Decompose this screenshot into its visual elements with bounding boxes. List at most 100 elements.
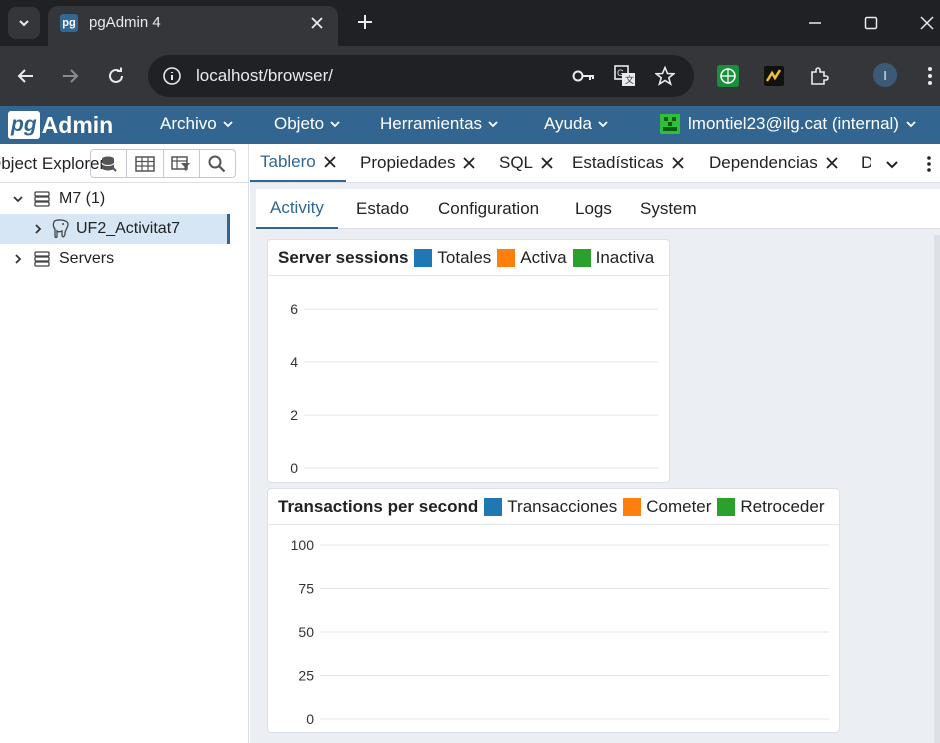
tab-list-dropdown[interactable] (880, 153, 904, 175)
chevron-down-icon (906, 121, 916, 128)
password-key-icon[interactable] (572, 64, 596, 88)
y-tick-label: 0 (290, 460, 298, 476)
translate-icon[interactable]: G文 (613, 64, 637, 88)
tab-dependientes-truncated[interactable]: D (851, 144, 871, 182)
menu-archivo[interactable]: Archivo (160, 114, 234, 134)
chevron-down-icon (886, 161, 898, 169)
transactions-chart: 0 25 50 75 100 (291, 537, 829, 727)
close-tab-icon[interactable] (541, 157, 553, 169)
kebab-menu-icon (928, 67, 932, 85)
y-tick-label: 4 (290, 354, 298, 370)
minimize-button[interactable] (800, 8, 830, 38)
chevron-down-icon (488, 121, 498, 128)
close-tab-icon[interactable] (324, 156, 336, 168)
tab-tablero[interactable]: Tablero (250, 144, 346, 182)
tree-item-label: UF2_Activitat7 (76, 220, 181, 237)
chevron-down-icon (598, 121, 608, 128)
server-sessions-panel: Server sessions Totales Activa Inactiva … (267, 239, 670, 483)
tab-search-button[interactable] (8, 7, 40, 39)
bookmark-star-icon[interactable] (653, 64, 677, 88)
legend-swatch-totales (414, 248, 433, 267)
tab-label: Estadísticas (572, 153, 664, 172)
extension-yellow-icon[interactable] (760, 62, 788, 90)
logo-admin: Admin (41, 111, 114, 138)
site-info-icon[interactable] (160, 64, 184, 88)
legend-label-cometer[interactable]: Cometer (646, 497, 711, 517)
chevron-right-icon[interactable] (11, 252, 25, 266)
server-sessions-chart: 0 2 4 6 (290, 301, 658, 476)
close-tab-icon[interactable] (826, 157, 838, 169)
close-tab-icon[interactable] (672, 157, 684, 169)
menu-objeto[interactable]: Objeto (274, 114, 341, 134)
chevron-down-icon[interactable] (11, 192, 25, 206)
subtab-estado[interactable]: Estado (342, 189, 423, 229)
subtab-logs[interactable]: Logs (561, 189, 626, 229)
browser-menu-button[interactable] (916, 62, 940, 90)
legend-label-activa[interactable]: Activa (520, 248, 566, 268)
menu-objeto-label: Objeto (274, 114, 325, 133)
maximize-icon (864, 16, 878, 30)
legend-label-totales[interactable]: Totales (437, 248, 491, 268)
menu-ayuda[interactable]: Ayuda (544, 114, 609, 134)
filter-rows-button[interactable] (164, 150, 200, 177)
transactions-panel: Transactions per second Transacciones Co… (267, 488, 840, 733)
reload-button[interactable] (100, 60, 132, 92)
back-button[interactable] (10, 60, 42, 92)
server-group-icon (34, 251, 50, 267)
tab-options-button[interactable] (917, 153, 940, 175)
close-icon (920, 16, 934, 30)
dashboard-scrollbar[interactable] (934, 235, 940, 743)
view-data-button[interactable] (127, 150, 164, 177)
tab-dependencias[interactable]: Dependencias (699, 144, 848, 182)
tree-item-m7[interactable]: M7 (1) (0, 184, 248, 214)
new-tab-button[interactable] (352, 9, 378, 35)
subtab-configuration[interactable]: Configuration (424, 189, 553, 229)
tab-label: Dependencias (709, 153, 818, 172)
maximize-button[interactable] (856, 8, 886, 38)
y-tick-label: 2 (290, 407, 298, 423)
tree-item-servers[interactable]: Servers (0, 244, 248, 274)
extensions-puzzle-icon[interactable] (805, 62, 833, 90)
reload-icon (109, 67, 123, 83)
kebab-menu-icon (927, 156, 931, 172)
y-tick-label: 25 (298, 668, 314, 684)
tree-item-label: M7 (1) (59, 190, 106, 207)
subtab-activity[interactable]: Activity (256, 189, 338, 229)
legend-swatch-retroceder (717, 497, 736, 516)
browser-tab[interactable]: pg pgAdmin 4 (48, 6, 338, 46)
chevron-right-icon[interactable] (31, 222, 45, 236)
search-objects-button[interactable] (200, 150, 235, 177)
user-email: lmontiel23@ilg.cat (internal) (688, 114, 899, 133)
pgadmin-menubar: pg Admin Archivo Objeto Herramientas Ayu… (0, 106, 940, 144)
main-tab-strip: Tablero Propiedades SQL Estadísticas Dep… (250, 144, 940, 183)
chart-title: Server sessions (278, 247, 409, 267)
arrow-right-icon (63, 69, 79, 83)
tab-estadisticas[interactable]: Estadísticas (562, 144, 694, 182)
legend-label-transacciones[interactable]: Transacciones (507, 497, 617, 517)
tab-label: Propiedades (360, 153, 456, 172)
close-tab-button[interactable] (306, 12, 328, 34)
extension-green-globe-icon[interactable] (714, 62, 742, 90)
table-filter-icon (171, 155, 191, 171)
tab-label: D (861, 153, 871, 172)
main-panel: Tablero Propiedades SQL Estadísticas Dep… (250, 144, 940, 743)
user-menu[interactable]: lmontiel23@ilg.cat (internal) (660, 114, 917, 134)
tab-propiedades[interactable]: Propiedades (350, 144, 485, 182)
query-tool-button[interactable] (91, 150, 128, 177)
menu-herramientas[interactable]: Herramientas (380, 114, 499, 134)
tree-item-uf2-activitat7[interactable]: UF2_Activitat7 (0, 214, 230, 244)
chart-title: Transactions per second (278, 496, 479, 516)
address-bar[interactable]: localhost/browser/ G文 (148, 55, 694, 97)
url-text: localhost/browser/ (196, 66, 334, 85)
close-tab-icon[interactable] (463, 157, 476, 169)
legend-label-inactiva[interactable]: Inactiva (596, 248, 655, 268)
forward-button[interactable] (54, 60, 86, 92)
tab-sql[interactable]: SQL (489, 144, 563, 182)
menu-herramientas-label: Herramientas (380, 114, 483, 133)
profile-avatar[interactable]: I (873, 63, 897, 87)
arrow-left-icon (17, 69, 33, 83)
object-explorer-panel: Object Explorer M7 (1) UF2_Activitat7 (0, 144, 249, 743)
subtab-system[interactable]: System (626, 189, 711, 229)
close-window-button[interactable] (912, 8, 940, 38)
legend-label-retroceder[interactable]: Retroceder (740, 497, 824, 517)
